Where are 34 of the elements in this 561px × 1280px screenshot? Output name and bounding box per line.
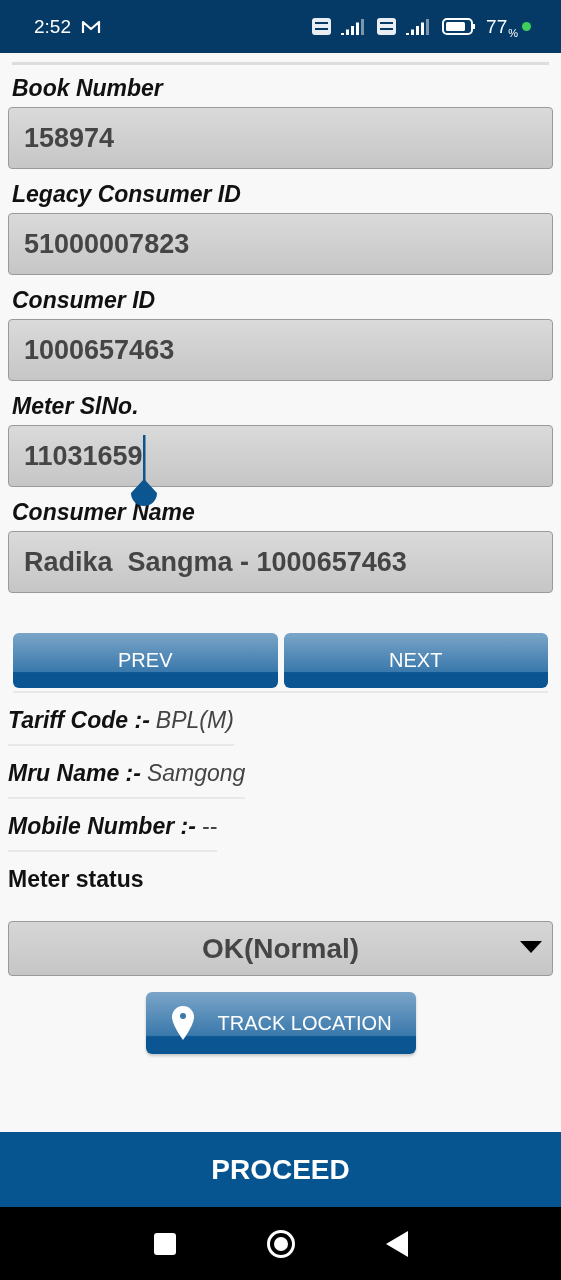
status-dropdown[interactable]: OK(Normal) [8,921,553,976]
battery-icon [442,18,477,35]
detail-value: Samgong [146,760,246,787]
detail-label: Mru Name :- [8,760,141,787]
field-label: Book Number [11,74,165,103]
field-label: Meter SlNo. [11,392,140,421]
back-icon[interactable] [385,1230,408,1257]
detail-label: Mobile Number :- [8,813,196,840]
track-location-button[interactable]: TRACK LOCATION [145,992,416,1054]
input-field[interactable]: Radika Sangma - 1000657463 [8,531,553,593]
home-icon[interactable] [265,1228,296,1259]
status-dot-icon [522,22,531,31]
recents-icon[interactable] [153,1232,176,1255]
mail-icon [81,18,101,35]
percent-sign: % [508,27,518,39]
meter-status-label: Meter status [8,865,145,893]
detail-label: Tariff Code :- [8,707,150,734]
input-field[interactable]: 51000007823 [8,213,553,275]
input-field[interactable]: 158974 [8,107,553,169]
proceed-button[interactable]: PROCEED [0,1132,561,1207]
status-time: 2:52 [34,15,71,38]
input-field[interactable]: 1000657463 [8,319,553,381]
field-label: Consumer Name [11,498,196,527]
location-pin-icon [171,1006,194,1040]
detail-value: BPL(M) [155,707,234,734]
field-label: Consumer ID [11,286,157,315]
detail-value: -- [201,813,218,840]
volte-icon [377,18,397,35]
volte-icon [312,18,332,35]
battery-level: 77 [486,15,508,38]
dropdown-arrow-icon [520,941,542,953]
prev-button[interactable]: PREV [13,633,278,688]
field-label: Legacy Consumer ID [11,180,242,209]
next-button[interactable]: NEXT [283,633,548,688]
